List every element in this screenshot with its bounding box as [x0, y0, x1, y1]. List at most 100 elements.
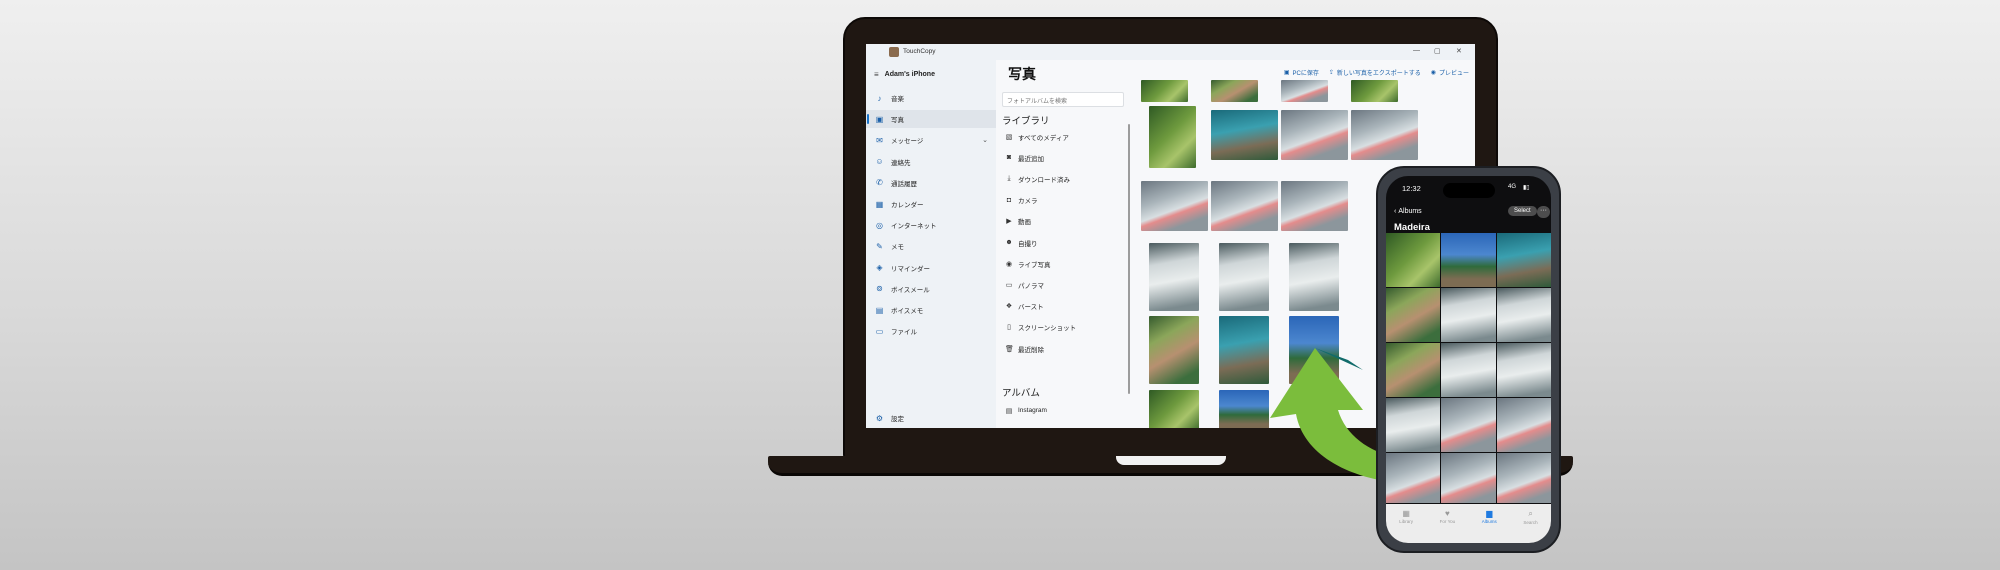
sidebar-item-0[interactable]: ♪ 音楽 [866, 89, 996, 107]
sidebar-item-3[interactable]: ☺ 連絡先 [866, 153, 996, 171]
photo-thumbnail[interactable] [1386, 453, 1441, 503]
phone-icon: ✆ [876, 178, 883, 188]
sidebar-item-label: 設定 [891, 416, 904, 423]
chevron-down-icon[interactable]: ⌄ [982, 136, 988, 144]
library-item-1[interactable]: ◙ 最近追加 [1005, 149, 1123, 166]
photo-thumbnail[interactable] [1141, 80, 1188, 102]
photo-thumbnail[interactable] [1351, 80, 1398, 102]
photo-thumbnail[interactable] [1281, 110, 1348, 160]
photo-thumbnail[interactable] [1496, 288, 1551, 342]
photo-thumbnail[interactable] [1281, 80, 1328, 102]
phone-tab-1[interactable]: ♥ For You [1440, 509, 1456, 543]
album-item-label: Instagram [1018, 407, 1047, 414]
photo-thumbnail[interactable] [1386, 398, 1441, 452]
photo-thumbnail[interactable] [1149, 390, 1199, 428]
phone-tab-0[interactable]: ▦ Library [1399, 509, 1413, 543]
all-media-icon: ▧ [1005, 133, 1013, 141]
recent-add-icon: ◙ [1006, 154, 1012, 162]
battery-icon: ▮▯ [1523, 185, 1530, 191]
save-to-pc-button[interactable]: ▣ PCに保存 [1284, 68, 1319, 77]
library-item-5[interactable]: ☻ 自撮り [1005, 234, 1123, 251]
sidebar-item-11[interactable]: ▭ ファイル [866, 322, 996, 340]
sidebar-item-9[interactable]: ⊚ ボイスメール [866, 280, 996, 298]
photo-thumbnail[interactable] [1219, 316, 1269, 384]
photo-thumbnail[interactable] [1496, 233, 1551, 287]
phone-time: 12:32 [1402, 184, 1421, 193]
photo-thumbnail[interactable] [1441, 453, 1496, 503]
reminder-icon: ◈ [876, 263, 883, 273]
photo-thumbnail[interactable] [1211, 80, 1258, 102]
photo-thumbnail[interactable] [1281, 181, 1348, 231]
select-button[interactable]: Select [1508, 206, 1537, 216]
album-icon: ▤ [1005, 407, 1013, 415]
photo-thumbnail[interactable] [1441, 233, 1496, 287]
sidebar-item-label: ボイスメール [891, 286, 930, 294]
sidebar-item-8[interactable]: ◈ リマインダー [866, 259, 996, 277]
library-item-7[interactable]: ▭ パノラマ [1005, 276, 1123, 293]
sidebar-item-5[interactable]: ▦ カレンダー [866, 195, 996, 213]
phone-tab-3[interactable]: ⌕ Search [1523, 509, 1537, 543]
photo-thumbnail[interactable] [1141, 181, 1208, 231]
sidebar-item-1[interactable]: ▣ 写真 [866, 110, 996, 129]
library-item-0[interactable]: ▧ すべてのメディア [1005, 128, 1123, 145]
photo-thumbnail[interactable] [1386, 343, 1441, 397]
close-button[interactable]: ✕ [1456, 47, 1462, 55]
photo-thumbnail[interactable] [1219, 390, 1269, 428]
phone-tab-label: Library [1399, 519, 1414, 524]
back-button[interactable]: ‹ Albums [1394, 208, 1422, 215]
maximize-button[interactable]: ▢ [1434, 47, 1441, 55]
video-icon: ▶ [1006, 218, 1012, 226]
albums-icon: ▆ [1486, 509, 1493, 518]
library-item-3[interactable]: ◘ カメラ [1005, 192, 1123, 209]
screenshot-icon: ▯ [1007, 324, 1011, 332]
photo-thumbnail[interactable] [1496, 343, 1551, 397]
for-you-icon: ♥ [1445, 509, 1450, 518]
photo-thumbnail[interactable] [1289, 243, 1339, 311]
save-icon: ▣ [1283, 70, 1290, 76]
photo-thumbnail[interactable] [1149, 243, 1199, 311]
library-item-8[interactable]: ❖ バースト [1005, 298, 1123, 315]
album-list-scrollbar[interactable] [1128, 124, 1130, 394]
library-item-4[interactable]: ▶ 動画 [1005, 213, 1123, 230]
photo-thumbnail[interactable] [1496, 398, 1551, 452]
sidebar-item-6[interactable]: ◎ インターネット [866, 216, 996, 234]
photo-thumbnail[interactable] [1441, 343, 1496, 397]
export-new-button[interactable]: ⇪ 新しい写真をエクスポートする [1329, 68, 1421, 77]
sidebar-item-4[interactable]: ✆ 通話履歴 [866, 174, 996, 192]
photo-thumbnail[interactable] [1211, 181, 1278, 231]
library-item-9[interactable]: ▯ スクリーンショット [1005, 319, 1123, 336]
photo-thumbnail[interactable] [1496, 453, 1551, 503]
hamburger-icon[interactable]: ≡ [874, 70, 879, 79]
photo-thumbnail[interactable] [1149, 106, 1196, 168]
title-bar: TouchCopy — ▢ ✕ [866, 44, 1475, 60]
phone-tab-label: Albums [1481, 519, 1497, 524]
photo-thumbnail[interactable] [1441, 288, 1496, 342]
photo-thumbnail[interactable] [1386, 288, 1441, 342]
library-item-6[interactable]: ◉ ライブ写真 [1005, 255, 1123, 272]
sidebar-item-10[interactable]: ▤ ボイスメモ [866, 301, 996, 319]
photo-thumbnail[interactable] [1211, 110, 1278, 160]
photo-thumbnail[interactable] [1219, 243, 1269, 311]
photo-thumbnail[interactable] [1351, 110, 1418, 160]
sidebar-item-label: 音楽 [891, 96, 904, 103]
photo-thumbnail[interactable] [1441, 398, 1496, 452]
phone-tab-2[interactable]: ▆ Albums [1482, 509, 1497, 543]
sidebar-item-7[interactable]: ✎ メモ [866, 237, 996, 255]
minimize-button[interactable]: — [1413, 47, 1420, 54]
device-header[interactable]: ≡ Adam's iPhone [874, 70, 935, 79]
more-button[interactable]: ··· [1537, 206, 1550, 218]
library-item-2[interactable]: ⤓ ダウンロード済み [1005, 170, 1123, 187]
sidebar-item-settings[interactable]: ⚙ 設定 [866, 409, 996, 427]
album-search-input[interactable]: フォトアルバムを検索 [1002, 92, 1124, 107]
library-item-label: ライブ写真 [1018, 261, 1051, 269]
phone-screen: 12:32 4G ▮▯ ‹ Albums Select ··· Madeira … [1386, 176, 1551, 543]
album-item-0[interactable]: ▤ Instagram [1005, 402, 1123, 419]
preview-label: プレビュー [1438, 71, 1469, 77]
sidebar-item-2[interactable]: ✉ メッセージ ⌄ [866, 131, 996, 149]
preview-button[interactable]: ◉ プレビュー [1431, 68, 1469, 77]
page-title: 写真 [1008, 66, 1036, 82]
photo-thumbnail[interactable] [1386, 233, 1441, 287]
library-item-label: カメラ [1018, 198, 1038, 206]
library-item-10[interactable]: 🗑 最近削除 [1005, 340, 1123, 357]
photo-thumbnail[interactable] [1149, 316, 1199, 384]
